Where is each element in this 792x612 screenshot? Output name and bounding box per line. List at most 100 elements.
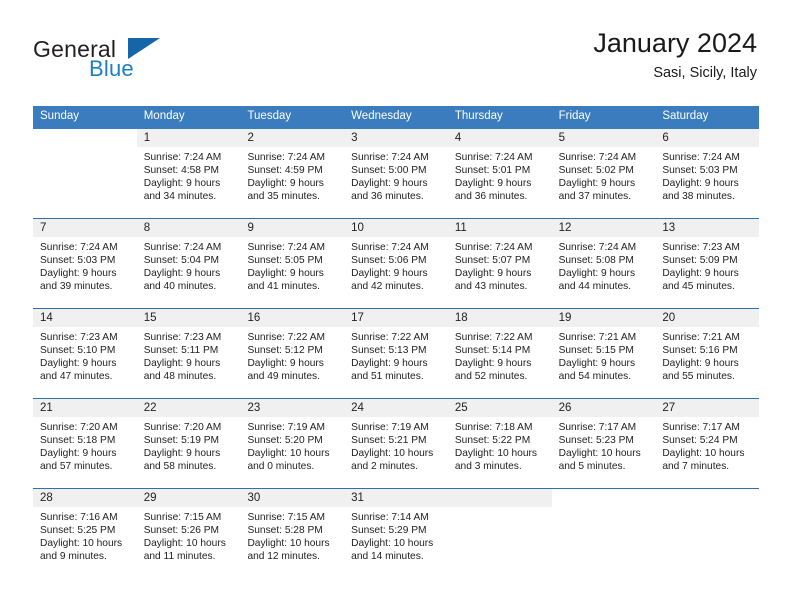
sunset-time: Sunset: 5:21 PM [351, 435, 427, 446]
daylight-duration-line1: Daylight: 10 hours [558, 448, 641, 460]
calendar-day-cell[interactable]: 1 Sunrise: 7:24 AM Sunset: 4:58 PM Daylight… [136, 128, 241, 218]
sunrise-time: Sunrise: 7:20 AM [143, 421, 222, 433]
day-number [552, 489, 656, 507]
calendar-day-cell[interactable]: 18 Sunrise: 7:22 AM Sunset: 5:14 PM Dayligh… [447, 308, 552, 398]
daylight-duration-line2: and 47 minutes. [40, 371, 113, 383]
daylight-duration-line2: and 48 minutes. [143, 371, 217, 383]
weekday-header-wednesday: Wednesday [351, 110, 412, 122]
sunset-time: Sunset: 4:59 PM [247, 165, 323, 176]
sunrise-time: Sunrise: 7:23 AM [143, 331, 222, 343]
daylight-duration-line1: Daylight: 10 hours [143, 538, 226, 550]
day-number: 29 [136, 488, 241, 507]
sunset-time: Sunset: 5:08 PM [558, 255, 634, 266]
day-number: 8 [136, 218, 241, 237]
calendar-day-cell[interactable]: 14 Sunrise: 7:23 AM Sunset: 5:10 PM Dayligh… [33, 308, 137, 398]
calendar-day-cell[interactable]: 4 Sunrise: 7:24 AM Sunset: 5:01 PM Daylight… [447, 128, 552, 218]
day-number: 13 [655, 218, 760, 237]
daylight-duration-line2: and 37 minutes. [558, 191, 632, 203]
daylight-duration-line1: Daylight: 9 hours [454, 178, 532, 190]
day-number: 4 [447, 128, 552, 147]
sunset-time: Sunset: 5:12 PM [247, 345, 323, 356]
daylight-duration-line1: Daylight: 10 hours [662, 448, 745, 460]
day-sun-info: Sunrise: 7:17 AM Sunset: 5:23 PM Daylight:… [552, 417, 656, 474]
day-sun-info: Sunrise: 7:15 AM Sunset: 5:26 PM Daylight:… [137, 507, 241, 564]
sunrise-time: Sunrise: 7:24 AM [662, 151, 740, 163]
calendar-day-cell[interactable]: 7 Sunrise: 7:24 AM Sunset: 5:03 PM Daylight… [33, 218, 137, 308]
sunset-time: Sunset: 5:19 PM [143, 435, 220, 446]
daylight-duration-line2: and 49 minutes. [247, 371, 320, 383]
weekday-header-friday: Friday [558, 110, 591, 122]
sunrise-time: Sunrise: 7:22 AM [247, 331, 326, 343]
daylight-duration-line2: and 41 minutes. [247, 281, 320, 293]
calendar-day-cell[interactable]: 29 Sunrise: 7:15 AM Sunset: 5:26 PM Dayligh… [136, 488, 241, 578]
daylight-duration-line2: and 40 minutes. [143, 281, 217, 293]
sunrise-time: Sunrise: 7:19 AM [351, 421, 429, 433]
calendar-day-cell[interactable]: 26 Sunrise: 7:17 AM Sunset: 5:23 PM Dayligh… [551, 398, 656, 488]
day-number: 25 [447, 398, 552, 417]
calendar-day-cell-empty [655, 488, 760, 578]
day-sun-info: Sunrise: 7:24 AM Sunset: 5:00 PM Daylight:… [344, 147, 448, 204]
calendar-day-cell[interactable]: 19 Sunrise: 7:21 AM Sunset: 5:15 PM Dayligh… [551, 308, 656, 398]
calendar-day-cell[interactable]: 25 Sunrise: 7:18 AM Sunset: 5:22 PM Dayligh… [447, 398, 552, 488]
sunrise-time: Sunrise: 7:24 AM [143, 151, 222, 163]
daylight-duration-line1: Daylight: 9 hours [558, 268, 636, 280]
sunrise-time: Sunrise: 7:24 AM [558, 151, 637, 163]
daylight-duration-line1: Daylight: 9 hours [558, 178, 636, 190]
calendar-day-cell[interactable]: 12 Sunrise: 7:24 AM Sunset: 5:08 PM Dayligh… [551, 218, 656, 308]
calendar-day-cell[interactable]: 13 Sunrise: 7:23 AM Sunset: 5:09 PM Dayligh… [655, 218, 760, 308]
calendar-day-cell[interactable]: 5 Sunrise: 7:24 AM Sunset: 5:02 PM Daylight… [551, 128, 656, 218]
calendar-day-cell[interactable]: 22 Sunrise: 7:20 AM Sunset: 5:19 PM Dayligh… [136, 398, 241, 488]
day-sun-info: Sunrise: 7:24 AM Sunset: 5:03 PM Daylight:… [33, 237, 137, 294]
calendar-day-cell[interactable]: 2 Sunrise: 7:24 AM Sunset: 4:59 PM Daylight… [240, 128, 345, 218]
sunrise-time: Sunrise: 7:24 AM [247, 241, 326, 253]
weekday-header-saturday: Saturday [662, 110, 709, 122]
sunrise-time: Sunrise: 7:15 AM [143, 511, 222, 523]
day-number: 6 [655, 128, 760, 147]
day-sun-info: Sunrise: 7:20 AM Sunset: 5:18 PM Daylight:… [33, 417, 137, 474]
daylight-duration-line1: Daylight: 10 hours [40, 538, 123, 550]
daylight-duration-line2: and 2 minutes. [351, 461, 418, 473]
calendar-day-cell[interactable]: 28 Sunrise: 7:16 AM Sunset: 5:25 PM Dayligh… [33, 488, 137, 578]
sunset-time: Sunset: 5:29 PM [351, 525, 427, 536]
daylight-duration-line2: and 55 minutes. [662, 371, 735, 383]
day-number: 21 [33, 398, 137, 417]
sunset-time: Sunset: 5:22 PM [454, 435, 531, 446]
sunset-time: Sunset: 5:13 PM [351, 345, 427, 356]
calendar-day-cell[interactable]: 21 Sunrise: 7:20 AM Sunset: 5:18 PM Dayligh… [33, 398, 137, 488]
daylight-duration-line1: Daylight: 9 hours [351, 268, 428, 280]
sunrise-time: Sunrise: 7:17 AM [662, 421, 740, 433]
calendar-day-cell[interactable]: 17 Sunrise: 7:22 AM Sunset: 5:13 PM Dayligh… [344, 308, 448, 398]
daylight-duration-line2: and 7 minutes. [662, 461, 730, 473]
calendar-day-cell[interactable]: 30 Sunrise: 7:15 AM Sunset: 5:28 PM Dayligh… [240, 488, 345, 578]
calendar-day-cell[interactable]: 15 Sunrise: 7:23 AM Sunset: 5:11 PM Dayligh… [136, 308, 241, 398]
calendar-day-cell[interactable]: 8 Sunrise: 7:24 AM Sunset: 5:04 PM Daylight… [136, 218, 241, 308]
calendar-day-cell[interactable]: 10 Sunrise: 7:24 AM Sunset: 5:06 PM Dayligh… [344, 218, 448, 308]
calendar-day-cell[interactable]: 20 Sunrise: 7:21 AM Sunset: 5:16 PM Dayligh… [655, 308, 760, 398]
day-sun-info: Sunrise: 7:15 AM Sunset: 5:28 PM Daylight:… [240, 507, 344, 564]
calendar-day-cell-empty [551, 488, 656, 578]
daylight-duration-line1: Daylight: 9 hours [662, 358, 739, 370]
calendar-day-cell[interactable]: 11 Sunrise: 7:24 AM Sunset: 5:07 PM Dayligh… [447, 218, 552, 308]
calendar-day-cell[interactable]: 3 Sunrise: 7:24 AM Sunset: 5:00 PM Daylight… [344, 128, 448, 218]
sunset-time: Sunset: 5:04 PM [143, 255, 220, 266]
sunset-time: Sunset: 5:24 PM [662, 435, 738, 446]
calendar-day-cell[interactable]: 6 Sunrise: 7:24 AM Sunset: 5:03 PM Daylight… [655, 128, 760, 218]
day-sun-info: Sunrise: 7:18 AM Sunset: 5:22 PM Daylight:… [448, 417, 552, 474]
calendar-page: General Blue January 2024 Sasi, Sicily, … [0, 0, 792, 612]
daylight-duration-line2: and 9 minutes. [40, 551, 107, 563]
daylight-duration-line1: Daylight: 9 hours [143, 448, 221, 460]
day-number: 11 [447, 218, 552, 237]
calendar-day-cell[interactable]: 16 Sunrise: 7:22 AM Sunset: 5:12 PM Dayligh… [240, 308, 345, 398]
daylight-duration-line2: and 36 minutes. [454, 191, 528, 203]
calendar-day-cell[interactable]: 23 Sunrise: 7:19 AM Sunset: 5:20 PM Dayligh… [240, 398, 345, 488]
calendar-day-cell[interactable]: 9 Sunrise: 7:24 AM Sunset: 5:05 PM Daylight… [240, 218, 345, 308]
sunset-time: Sunset: 5:03 PM [662, 165, 738, 176]
calendar-grid: Sunday Monday Tuesday Wednesday Thursday… [33, 106, 760, 578]
title-block: January 2024 Sasi, Sicily, Italy [593, 28, 757, 81]
calendar-day-cell[interactable]: 27 Sunrise: 7:17 AM Sunset: 5:24 PM Dayligh… [655, 398, 760, 488]
day-sun-info: Sunrise: 7:23 AM Sunset: 5:11 PM Daylight:… [137, 327, 241, 384]
day-number: 9 [240, 218, 345, 237]
calendar-day-cell[interactable]: 31 Sunrise: 7:14 AM Sunset: 5:29 PM Dayligh… [344, 488, 448, 578]
calendar-day-cell[interactable]: 24 Sunrise: 7:19 AM Sunset: 5:21 PM Dayligh… [344, 398, 448, 488]
day-sun-info: Sunrise: 7:19 AM Sunset: 5:21 PM Daylight:… [344, 417, 448, 474]
